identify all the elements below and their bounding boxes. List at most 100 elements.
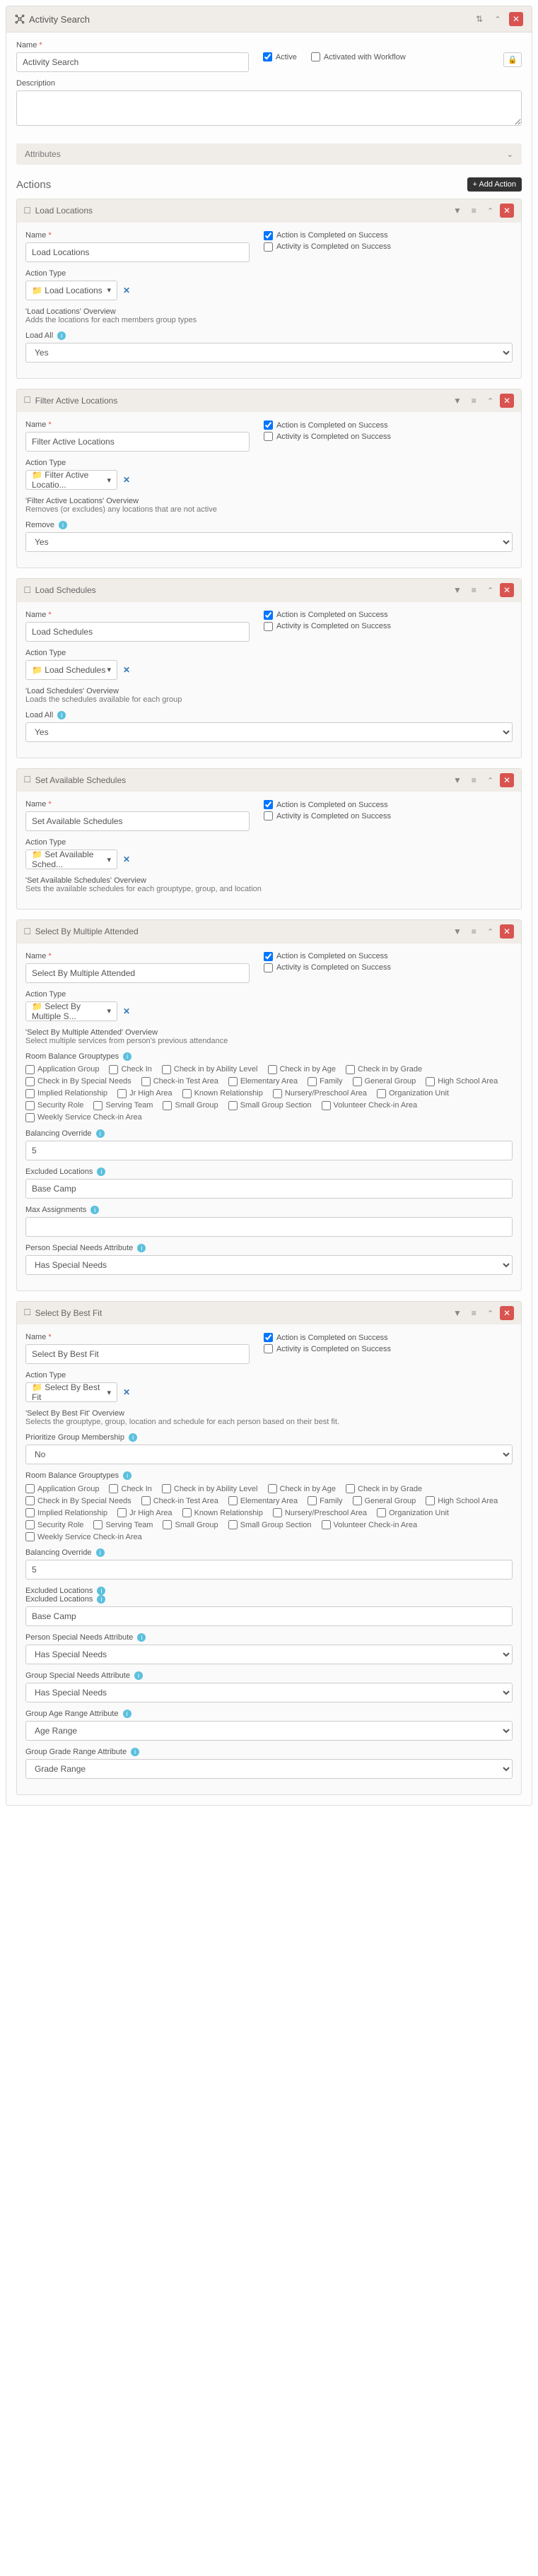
room-balance-checkbox[interactable] [346,1065,355,1074]
room-balance-checkbox[interactable] [377,1089,386,1098]
activity-completed-checkbox[interactable] [264,242,273,252]
help-icon[interactable]: i [90,1206,99,1214]
help-icon[interactable]: i [97,1587,105,1595]
filter-icon[interactable]: ▼ [450,583,464,597]
close-icon[interactable]: ✕ [509,12,523,26]
room-balance-checkbox[interactable] [162,1484,171,1493]
filter-icon[interactable]: ▼ [450,394,464,408]
room-balance-checkbox[interactable] [426,1077,435,1086]
room-balance-checkbox[interactable] [163,1520,172,1529]
room-balance-checkbox[interactable] [182,1508,192,1517]
excluded-locations-input[interactable] [25,1179,513,1199]
collapse-icon[interactable]: ⌃ [491,12,505,26]
action-name-input[interactable] [25,622,250,642]
room-balance-option[interactable]: Known Relationship [182,1089,263,1098]
room-balance-checkbox[interactable] [322,1520,331,1529]
excluded-locations-input[interactable] [25,1606,513,1626]
help-icon[interactable]: i [123,1052,131,1061]
action-type-select[interactable]: 📁 Set Available Sched...▾ [25,849,117,869]
help-icon[interactable]: i [129,1433,137,1442]
reorder-icon[interactable]: ≡ [467,924,481,939]
room-balance-checkbox[interactable] [162,1065,171,1074]
room-balance-option[interactable]: Implied Relationship [25,1089,107,1098]
room-balance-checkbox[interactable] [377,1508,386,1517]
room-balance-option[interactable]: Elementary Area [228,1077,298,1086]
room-balance-option[interactable]: Check-in Test Area [141,1496,218,1505]
load-all-select[interactable]: Yes [25,343,513,363]
room-balance-checkbox[interactable] [353,1077,362,1086]
room-balance-checkbox[interactable] [117,1089,127,1098]
room-balance-option[interactable]: Organization Unit [377,1508,449,1517]
filter-icon[interactable]: ▼ [450,204,464,218]
room-balance-checkbox[interactable] [322,1101,331,1110]
room-balance-checkbox[interactable] [25,1065,35,1074]
room-balance-checkbox[interactable] [268,1484,277,1493]
description-input[interactable] [16,90,522,126]
completed-success-checkbox[interactable] [264,420,273,430]
help-icon[interactable]: i [123,1471,131,1480]
clear-action-type[interactable]: ✕ [123,665,130,675]
room-balance-checkbox[interactable] [141,1496,151,1505]
room-balance-checkbox[interactable] [25,1089,35,1098]
room-balance-option[interactable]: Jr High Area [117,1089,172,1098]
active-checkbox[interactable] [263,52,272,61]
completed-success-checkbox[interactable] [264,952,273,961]
collapse-icon[interactable]: ⌃ [484,925,498,939]
load-all-select[interactable]: Yes [25,722,513,742]
collapse-icon[interactable]: ⌃ [484,584,498,598]
room-balance-option[interactable]: High School Area [426,1496,498,1505]
clear-action-type[interactable]: ✕ [123,475,130,485]
person-special-select[interactable]: Has Special Needs [25,1645,513,1664]
reorder-icon[interactable]: ≡ [467,204,481,218]
room-balance-option[interactable]: Application Group [25,1484,99,1493]
room-balance-checkbox[interactable] [117,1508,127,1517]
activated-workflow-checkbox[interactable] [311,52,320,61]
room-balance-option[interactable]: Small Group [163,1520,218,1529]
action-name-input[interactable] [25,242,250,262]
filter-icon[interactable]: ▼ [450,1306,464,1320]
activity-completed-checkbox[interactable] [264,432,273,441]
room-balance-option[interactable]: Organization Unit [377,1089,449,1098]
prioritize-select[interactable]: No [25,1445,513,1464]
collapse-icon[interactable]: ⌃ [484,204,498,218]
room-balance-checkbox[interactable] [25,1496,35,1505]
room-balance-checkbox[interactable] [141,1077,151,1086]
completed-success-checkbox[interactable] [264,800,273,809]
delete-icon[interactable]: ✕ [500,924,514,939]
filter-icon[interactable]: ▼ [450,924,464,939]
room-balance-option[interactable]: Implied Relationship [25,1508,107,1517]
room-balance-option[interactable]: Elementary Area [228,1496,298,1505]
delete-icon[interactable]: ✕ [500,204,514,218]
action-name-input[interactable] [25,963,250,983]
room-balance-option[interactable]: Serving Team [93,1520,153,1529]
delete-icon[interactable]: ✕ [500,394,514,408]
room-balance-option[interactable]: Volunteer Check-in Area [322,1520,418,1529]
room-balance-checkbox[interactable] [353,1496,362,1505]
person-special-select[interactable]: Has Special Needs [25,1255,513,1275]
action-type-select[interactable]: 📁 Load Locations▾ [25,281,117,300]
group-age-select[interactable]: Age Range [25,1721,513,1741]
filter-icon[interactable]: ▼ [450,773,464,787]
room-balance-checkbox[interactable] [93,1520,103,1529]
action-name-input[interactable] [25,1344,250,1364]
balancing-override-input[interactable] [25,1560,513,1580]
room-balance-option[interactable]: Check in By Special Needs [25,1496,131,1505]
collapse-icon[interactable]: ⌃ [484,773,498,787]
room-balance-option[interactable]: High School Area [426,1077,498,1086]
balancing-override-input[interactable] [25,1141,513,1160]
delete-icon[interactable]: ✕ [500,773,514,787]
room-balance-checkbox[interactable] [25,1484,35,1493]
room-balance-checkbox[interactable] [308,1496,317,1505]
help-icon[interactable]: i [97,1168,105,1176]
room-balance-option[interactable]: Security Role [25,1101,83,1110]
activity-completed-checkbox[interactable] [264,622,273,631]
action-type-select[interactable]: 📁 Load Schedules▾ [25,660,117,680]
attributes-toggle[interactable]: Attributes ⌄ [16,143,522,165]
room-balance-checkbox[interactable] [25,1508,35,1517]
room-balance-option[interactable]: General Group [353,1496,416,1505]
clear-action-type[interactable]: ✕ [123,1387,130,1397]
help-icon[interactable]: i [57,331,66,340]
room-balance-checkbox[interactable] [25,1532,35,1541]
room-balance-option[interactable]: Check In [109,1065,151,1074]
reorder-icon[interactable]: ≡ [467,1306,481,1320]
